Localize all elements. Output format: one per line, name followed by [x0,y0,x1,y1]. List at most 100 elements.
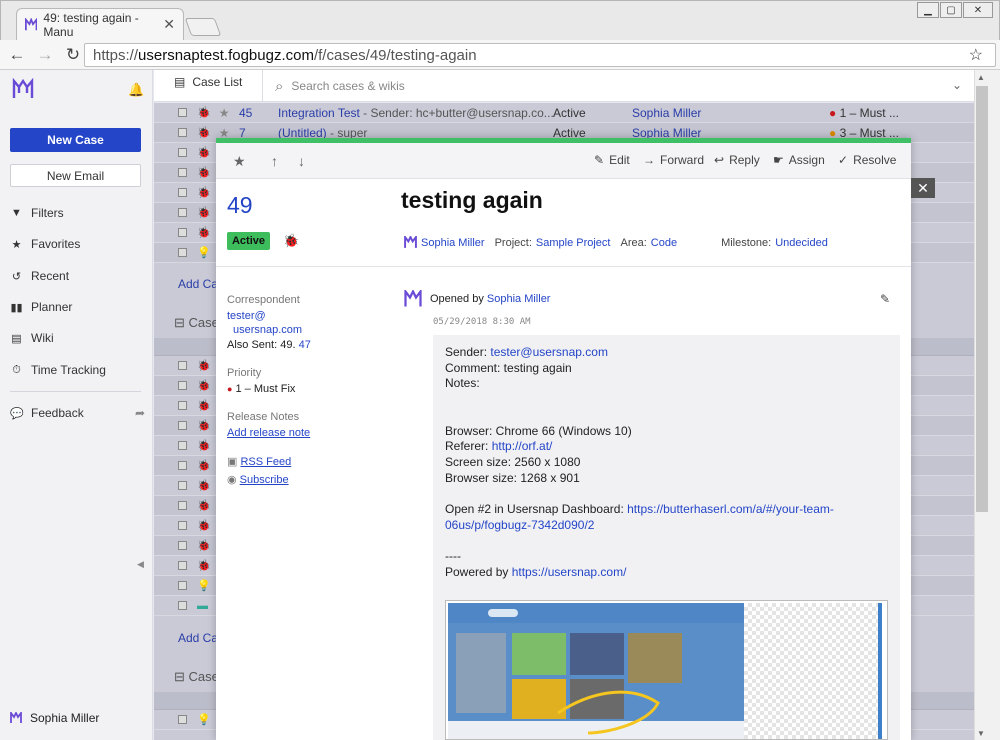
reply-icon: ↩ [714,153,725,167]
browser-toolbar: ← → ↻ https://usersnaptest.fogbugz.com/f… [0,40,1000,70]
case-status: Active [553,105,586,120]
new-email-button[interactable]: New Email [10,164,141,187]
star-icon[interactable]: ★ [219,106,230,120]
reload-icon[interactable]: ↻ [64,45,82,65]
bug-icon[interactable]: 🐞 [283,233,299,249]
bookmark-star-icon[interactable]: ☆ [969,45,983,65]
opener-avatar-icon [404,290,422,307]
correspondent-label: Correspondent [227,294,300,306]
usersnap-link[interactable]: https://usersnap.com/ [512,565,627,579]
rss-feed-link[interactable]: ▣ RSS Feed [227,455,291,468]
status-badge[interactable]: Active [227,232,270,250]
window-close-icon[interactable]: ✕ [963,2,993,18]
assign-button[interactable]: ☛ Assign [773,153,825,167]
milestone-link[interactable]: Undecided [775,237,828,249]
case-list-button[interactable]: ▤ Case List [174,75,242,89]
sidebar-item-label: Wiki [31,331,54,345]
sidebar-item-time-tracking[interactable]: ⏱ Time Tracking [10,360,145,380]
minimize-icon[interactable]: ▁ [917,2,939,18]
reply-button[interactable]: ↩ Reply [714,153,760,167]
forward-icon[interactable]: → [36,45,54,65]
back-icon[interactable]: ← [8,45,26,65]
priority-value[interactable]: ● 1 – Must Fix [227,383,295,395]
arrow-up-icon[interactable]: ↑ [271,153,278,169]
sidebar-item-label: Recent [31,269,70,283]
add-case-link[interactable]: Add Ca [178,277,218,291]
screenshot-attachment[interactable] [445,600,888,740]
address-bar[interactable]: https://usersnaptest.fogbugz.com/f/cases… [84,43,996,67]
close-modal-icon[interactable]: ✕ [911,178,935,198]
scroll-up-icon[interactable]: ▲ [977,73,985,82]
arrow-down-icon[interactable]: ↓ [298,153,305,169]
row-checkbox[interactable] [178,128,187,137]
correspondent-link-domain[interactable]: usersnap.com [233,324,302,336]
project-label: Project: [494,236,532,249]
comment-text: Comment: testing again [445,360,572,375]
group-title[interactable]: ⊟ Case [174,315,219,331]
owner-link[interactable]: Sophia Miller [421,237,485,249]
url-host: usersnaptest.fogbugz.com [138,47,314,64]
subscribe-link[interactable]: ◉ Subscribe [227,473,289,486]
case-meta: Sophia Miller Project: Sample Project Ar… [404,236,828,249]
sidebar-item-recent[interactable]: ↺ Recent [10,266,145,286]
history-icon: ↺ [11,270,22,283]
referer-link[interactable]: http://orf.at/ [492,439,553,453]
scrollbar-thumb[interactable] [976,86,988,512]
search-input[interactable]: ⌕ Search cases & wikis ⌄ [262,70,972,102]
fogbugz-logo-icon[interactable] [12,78,34,100]
sidebar-item-wiki[interactable]: ▤ Wiki [10,328,145,348]
row-checkbox[interactable] [178,108,187,117]
add-release-note-link[interactable]: Add release note [227,427,310,439]
user-name: Sophia Miller [30,711,100,725]
event-date: 05/29/2018 8:30 AM [433,317,531,327]
sidebar-item-filters[interactable]: ▼ Filters [10,203,145,223]
also-sent-link[interactable]: 47 [299,339,311,351]
user-menu[interactable]: Sophia Miller [10,711,99,725]
browser-tab[interactable]: 49: testing again - Manu ✕ [16,8,184,40]
url-path: /f/cases/49/testing-again [313,47,477,64]
favorite-star-icon[interactable]: ★ [233,153,246,170]
case-title[interactable]: Integration Test - Sender: hc+butter@use… [278,106,554,120]
new-case-button[interactable]: New Case [10,128,141,152]
share-arrow-icon: ➦ [134,406,145,420]
forward-button[interactable]: → Forward [643,153,704,167]
search-icon: ⌕ [275,77,284,95]
chevron-down-icon[interactable]: ⌄ [952,78,962,92]
star-icon: ★ [11,238,22,251]
case-title[interactable]: testing again [401,187,543,214]
case-owner[interactable]: Sophia Miller [632,106,701,120]
sender-link[interactable]: tester@usersnap.com [490,345,608,359]
lightbulb-icon: 💡 [197,247,211,259]
edit-button[interactable]: ✎ Edit [594,153,630,167]
table-row[interactable]: 🐞 ★ 45 Integration Test - Sender: hc+butt… [154,103,974,123]
url-scheme: https:// [93,47,139,64]
new-tab-button[interactable] [184,18,222,36]
separator: ---- [445,549,461,564]
group-title[interactable]: ⊟ Case [174,669,219,685]
scroll-down-icon[interactable]: ▼ [977,729,985,738]
stopwatch-icon: ⏱ [12,363,21,376]
sidebar-item-planner[interactable]: ▮▮ Planner [10,297,145,317]
modal-divider [216,266,911,267]
edit-event-pencil-icon[interactable]: ✎ [880,292,890,306]
screen-size: Screen size: 2560 x 1080 [445,454,581,469]
milestone-label: Milestone: [721,236,772,249]
correspondent-link[interactable]: tester@ [227,310,266,322]
priority-label: Priority [227,367,262,379]
resolve-button[interactable]: ✓ Resolve [838,153,896,167]
case-id[interactable]: 45 [239,106,252,120]
project-link[interactable]: Sample Project [536,237,611,249]
add-case-link[interactable]: Add Ca [178,631,218,645]
collapse-sidebar-icon[interactable]: ◀ [137,559,144,570]
sidebar-item-favorites[interactable]: ★ Favorites [10,234,145,254]
opener-link[interactable]: Sophia Miller [487,293,551,305]
tab-close-icon[interactable]: ✕ [163,16,175,33]
area-link[interactable]: Code [651,237,677,249]
bug-icon: 🐞 [197,127,211,139]
sidebar-item-label: Feedback [31,406,84,420]
wiki-icon: ▤ [11,332,22,345]
sidebar-item-feedback[interactable]: 💬 Feedback ➦ [10,403,145,423]
notification-bell-icon[interactable]: 🔔 [128,82,144,98]
release-notes-label: Release Notes [227,411,300,423]
maximize-icon[interactable]: ▢ [940,2,962,18]
